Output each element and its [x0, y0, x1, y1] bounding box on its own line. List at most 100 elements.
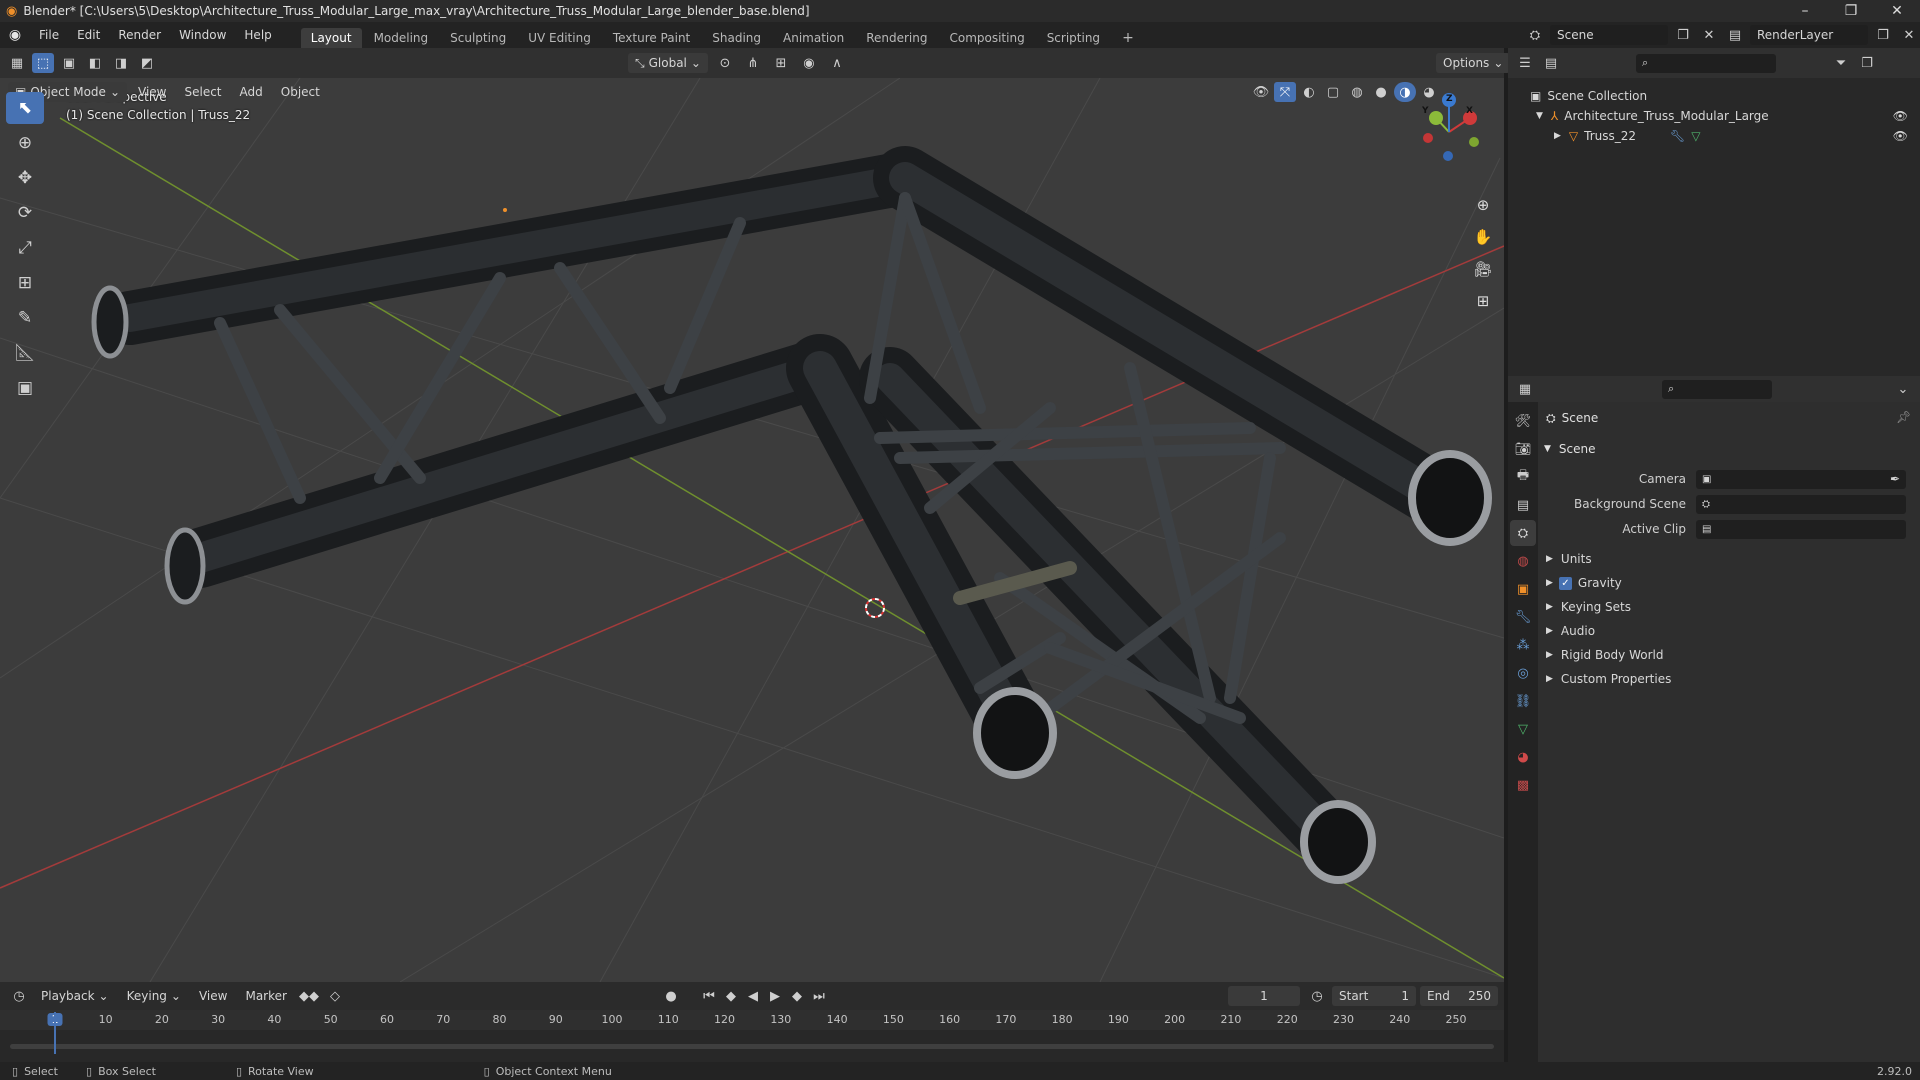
wireframe-shading-icon[interactable]: ◍: [1346, 82, 1368, 102]
zoom-icon[interactable]: ⊕: [1468, 190, 1498, 220]
next-keyframe-icon[interactable]: ◆: [786, 986, 808, 1006]
select-tool-icon[interactable]: ⬚: [32, 53, 54, 73]
menu-select[interactable]: Select: [177, 82, 228, 102]
measure-tool-icon[interactable]: 📐︎: [6, 337, 44, 369]
record-icon[interactable]: ●: [660, 986, 682, 1006]
tab-layout[interactable]: Layout: [300, 28, 362, 48]
physics-tab-icon[interactable]: ◎: [1510, 660, 1536, 686]
audio-panel-header[interactable]: ▶ Audio: [1546, 620, 1595, 642]
rotate-tool-icon[interactable]: ⟳: [6, 197, 44, 229]
gravity-checkbox[interactable]: ✓: [1558, 576, 1572, 590]
scene-panel-header[interactable]: ▼ Scene: [1544, 438, 1596, 460]
mesh-data-tab-icon[interactable]: ▽: [1510, 716, 1536, 742]
tab-compositing[interactable]: Compositing: [939, 28, 1034, 48]
jump-start-icon[interactable]: ⏮: [698, 986, 720, 1006]
tab-sculpting[interactable]: Sculpting: [440, 28, 516, 48]
menu-add[interactable]: Add: [233, 82, 270, 102]
outliner-editor-icon[interactable]: ☰: [1514, 53, 1536, 73]
clock-icon[interactable]: ◷: [1306, 986, 1328, 1006]
blender-menu-icon[interactable]: ◉: [0, 27, 30, 43]
keying-sets-panel-header[interactable]: ▶ Keying Sets: [1546, 596, 1631, 618]
cursor-tool-icon[interactable]: ⊕: [6, 127, 44, 159]
tab-animation[interactable]: Animation: [773, 28, 854, 48]
tab-texture-paint[interactable]: Texture Paint: [603, 28, 700, 48]
timeline-editor-icon[interactable]: ◷: [8, 986, 30, 1006]
material-shading-icon[interactable]: ◑: [1394, 82, 1416, 102]
options-dropdown[interactable]: Options ⌄: [1436, 53, 1511, 73]
custom-properties-panel-header[interactable]: ▶ Custom Properties: [1546, 668, 1671, 690]
solid-shading-icon[interactable]: ●: [1370, 82, 1392, 102]
select-new-icon[interactable]: ▣: [58, 53, 80, 73]
play-reverse-icon[interactable]: ◀: [742, 986, 764, 1006]
menu-marker[interactable]: Marker: [238, 986, 293, 1006]
eye-icon[interactable]: 👁︎: [1893, 129, 1908, 143]
eye-icon[interactable]: 👁︎: [1893, 109, 1908, 123]
eyedropper-icon[interactable]: ✒: [1890, 472, 1900, 486]
overlay-icon[interactable]: ◐: [1298, 82, 1320, 102]
outliner-scene-collection[interactable]: ▣ Scene Collection: [1508, 86, 1920, 106]
scene-tab-icon[interactable]: ⛭: [1510, 520, 1536, 546]
editor-type-icon[interactable]: ▦: [6, 53, 28, 73]
view-layer-tab-icon[interactable]: ▤: [1510, 492, 1536, 518]
xray-icon[interactable]: ▢: [1322, 82, 1344, 102]
select-box-tool-icon[interactable]: ⬉: [6, 92, 44, 124]
timeline-track-area[interactable]: [0, 1030, 1504, 1056]
end-frame-field[interactable]: End 250: [1420, 986, 1498, 1006]
pan-hand-icon[interactable]: ✋: [1468, 222, 1498, 252]
tool-tab-icon[interactable]: 🛠︎: [1510, 408, 1536, 434]
background-scene-field[interactable]: ⛭: [1696, 494, 1906, 514]
menu-keying[interactable]: Keying ⌄: [120, 986, 188, 1006]
move-tool-icon[interactable]: ✥: [6, 162, 44, 194]
pivot-point-icon[interactable]: ⊙: [714, 53, 736, 73]
menu-file[interactable]: File: [30, 22, 68, 48]
units-panel-header[interactable]: ▶ Units: [1546, 548, 1592, 570]
properties-editor-icon[interactable]: ▦: [1514, 379, 1536, 399]
pin-icon[interactable]: 📌︎: [1896, 410, 1911, 424]
scene-icon[interactable]: ⛭: [1524, 25, 1546, 45]
snap-icon[interactable]: ⋔: [742, 53, 764, 73]
add-workspace-icon[interactable]: +: [1112, 28, 1144, 48]
gizmo-toggle-icon[interactable]: ⤧: [1274, 82, 1296, 102]
proportional-edit-icon[interactable]: ◉: [798, 53, 820, 73]
world-tab-icon[interactable]: ◍: [1510, 548, 1536, 574]
play-icon[interactable]: ▶: [764, 986, 786, 1006]
new-collection-icon[interactable]: ❐: [1856, 53, 1878, 73]
material-tab-icon[interactable]: ◕: [1510, 744, 1536, 770]
truss-model[interactable]: [91, 146, 1492, 884]
disclosure-right-icon[interactable]: ▶: [1554, 131, 1561, 141]
tab-shading[interactable]: Shading: [702, 28, 771, 48]
start-frame-field[interactable]: Start 1: [1332, 986, 1416, 1006]
camera-view-icon[interactable]: 🎥︎: [1468, 254, 1498, 284]
timeline-scrollbar[interactable]: [10, 1044, 1494, 1049]
frame-ruler[interactable]: 1102030405060708090100110120130140150160…: [0, 1010, 1504, 1030]
add-cube-tool-icon[interactable]: ▣: [6, 372, 44, 404]
annotate-tool-icon[interactable]: ✎: [6, 302, 44, 334]
select-subtract-icon[interactable]: ◨: [110, 53, 132, 73]
particles-tab-icon[interactable]: ⁂: [1510, 632, 1536, 658]
select-extend-icon[interactable]: ◧: [84, 53, 106, 73]
scale-tool-icon[interactable]: ⤢: [6, 232, 44, 264]
active-clip-field[interactable]: ▤: [1696, 519, 1906, 539]
menu-help[interactable]: Help: [235, 22, 280, 48]
menu-window[interactable]: Window: [170, 22, 235, 48]
modifier-tab-icon[interactable]: 🔧︎: [1510, 604, 1536, 630]
texture-tab-icon[interactable]: ▩: [1510, 772, 1536, 798]
view-layer-icon[interactable]: ▤: [1724, 25, 1746, 45]
menu-edit[interactable]: Edit: [68, 22, 109, 48]
menu-object[interactable]: Object: [274, 82, 327, 102]
delete-view-layer-icon[interactable]: ✕: [1898, 25, 1920, 45]
minimize-icon[interactable]: –: [1782, 0, 1828, 22]
tab-rendering[interactable]: Rendering: [856, 28, 937, 48]
properties-search-input[interactable]: ⌕: [1662, 379, 1772, 399]
menu-timeline-view[interactable]: View: [192, 986, 234, 1006]
outliner-item-truss[interactable]: ▶ ▽ Truss_22 🔧︎ ▽ 👁︎: [1508, 126, 1920, 146]
chevron-down-icon[interactable]: ⌄: [1892, 379, 1914, 399]
filter-icon[interactable]: ⏷: [1830, 53, 1852, 73]
keyframe-delete-icon[interactable]: ◇: [324, 986, 346, 1006]
display-mode-icon[interactable]: ▤: [1540, 53, 1562, 73]
constraints-tab-icon[interactable]: ⛓︎: [1510, 688, 1536, 714]
falloff-icon[interactable]: ∧: [826, 53, 848, 73]
current-frame-field[interactable]: 1: [1228, 986, 1300, 1006]
visibility-icon[interactable]: 👁︎: [1250, 82, 1272, 102]
rendered-shading-icon[interactable]: ◕: [1418, 82, 1440, 102]
